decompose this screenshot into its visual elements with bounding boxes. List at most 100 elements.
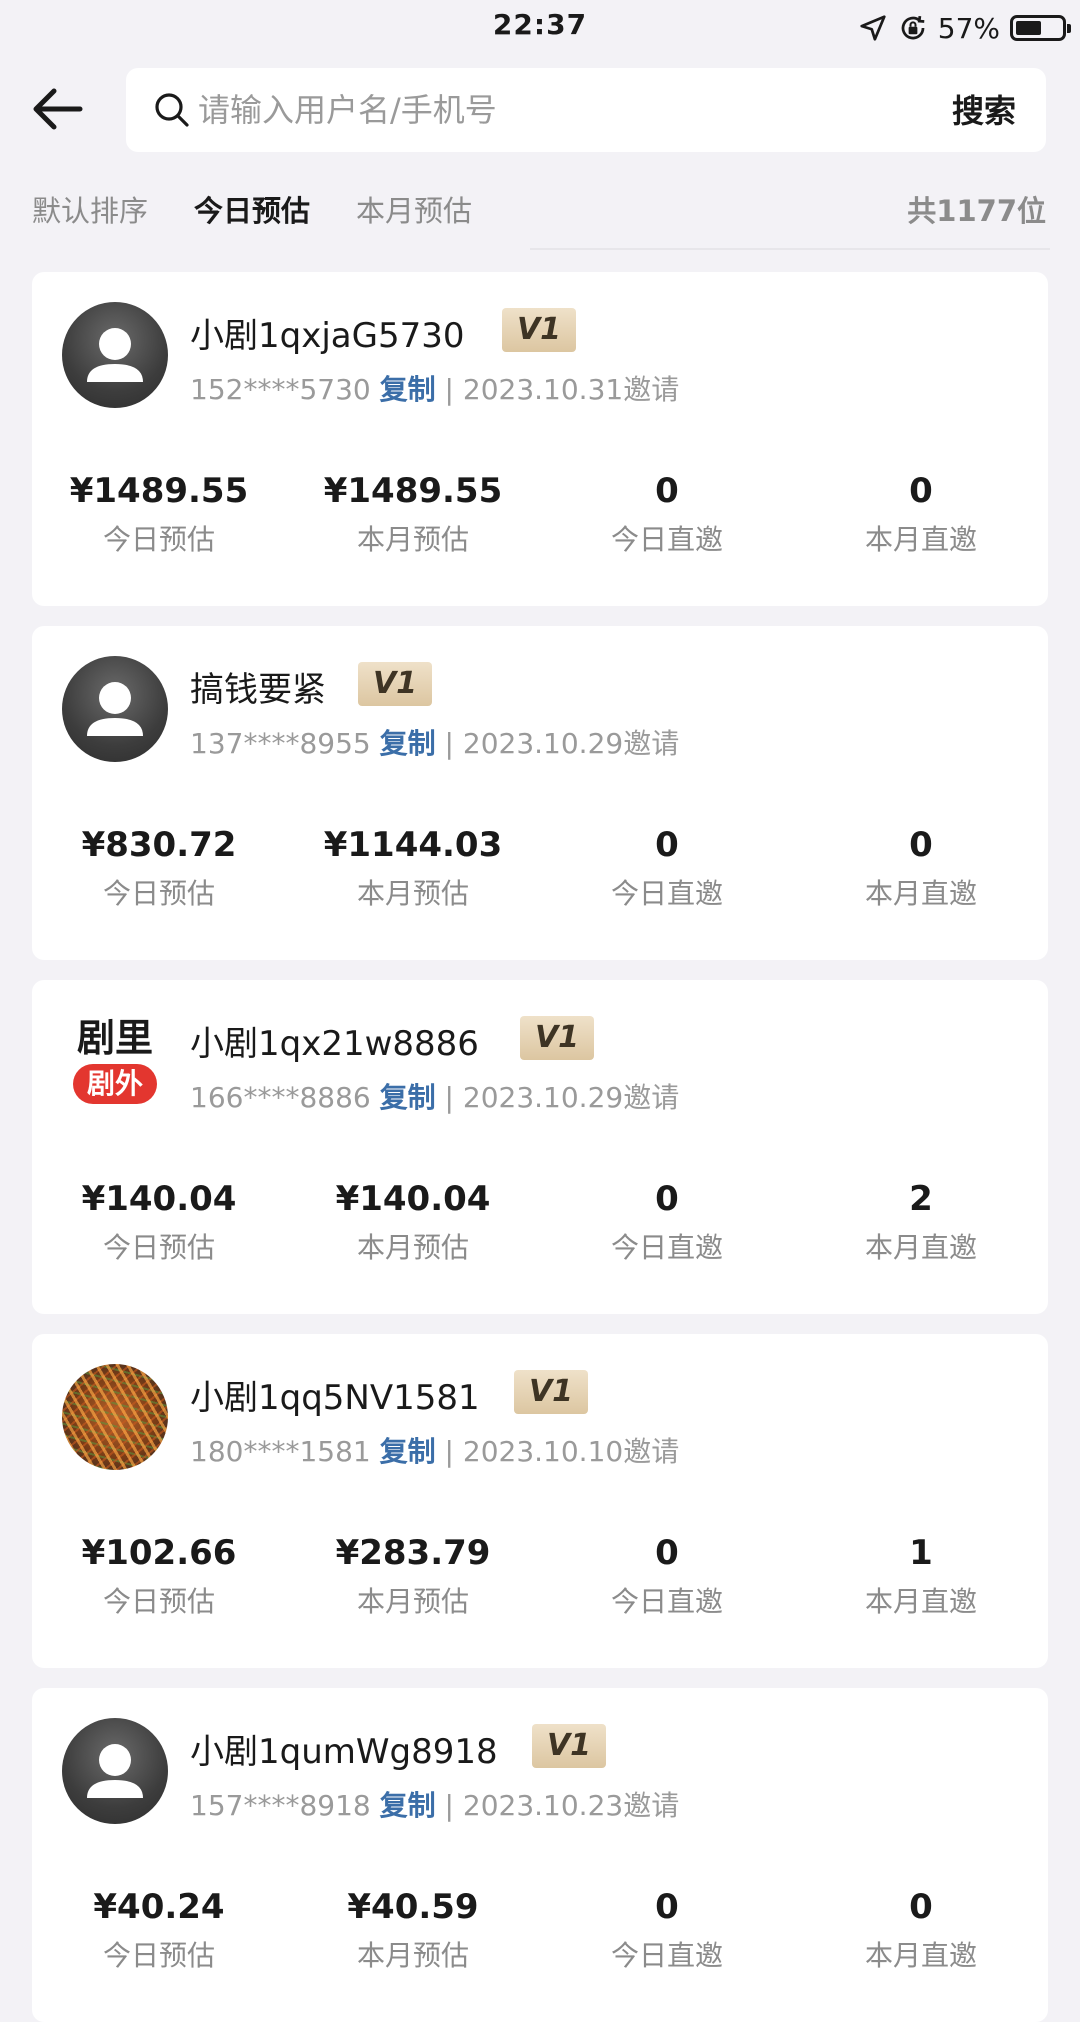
stat-value: 0 [655, 1179, 679, 1219]
divider [530, 248, 1050, 250]
member-card[interactable]: 小剧1qq5NV1581 V1 180****1581 复制 | 2023.10… [32, 1334, 1048, 1668]
stat-value: ¥1489.55 [69, 471, 249, 511]
stat-value: 2 [909, 1179, 933, 1219]
stat-month-estimate: ¥40.59 本月预估 [286, 1884, 540, 1974]
status-bar: 22:37 57% [0, 0, 1080, 60]
stat-label: 本月直邀 [864, 1939, 977, 1972]
stat-value: ¥1144.03 [323, 825, 503, 865]
stat-label: 今日预估 [102, 1231, 215, 1264]
stat-month-invites: 1 本月直邀 [794, 1530, 1048, 1620]
stat-today-invites: 0 今日直邀 [540, 1884, 794, 1974]
copy-button[interactable]: 复制 [380, 1081, 436, 1114]
avatar [62, 656, 168, 762]
stat-today-invites: 0 今日直邀 [540, 822, 794, 912]
stat-label: 本月直邀 [864, 877, 977, 910]
invite-date: 2023.10.23邀请 [462, 1789, 680, 1822]
member-card[interactable]: 小剧1qxjaG5730 V1 152****5730 复制 | 2023.10… [32, 272, 1048, 606]
total-count: 共1177位 [907, 194, 1046, 228]
member-name: 小剧1qx21w8886 [190, 1024, 479, 1064]
meta-separator: | [444, 1081, 454, 1114]
stat-month-estimate: ¥1144.03 本月预估 [286, 822, 540, 912]
stat-value: ¥140.04 [81, 1179, 237, 1219]
invite-date: 2023.10.10邀请 [462, 1435, 680, 1468]
member-meta: 166****8886 复制 | 2023.10.29邀请 [190, 1076, 679, 1116]
member-phone: 152****5730 [190, 373, 371, 406]
member-name: 小剧1qumWg8918 [190, 1732, 498, 1772]
stat-label: 今日预估 [102, 1939, 215, 1972]
stat-value: 0 [909, 825, 933, 865]
stat-today-invites: 0 今日直邀 [540, 1176, 794, 1266]
level-badge: V1 [502, 308, 576, 352]
stat-label: 今日预估 [102, 523, 215, 556]
battery-percent: 57% [937, 11, 1000, 45]
stat-label: 本月预估 [356, 877, 469, 910]
stat-value: 0 [655, 1533, 679, 1573]
level-badge: V1 [514, 1370, 588, 1414]
stat-value: ¥1489.55 [323, 471, 503, 511]
stat-value: 0 [909, 1887, 933, 1927]
stat-label: 今日直邀 [610, 877, 723, 910]
stat-label: 本月直邀 [864, 1585, 977, 1618]
search-icon [155, 93, 189, 127]
arrow-left-icon[interactable] [30, 86, 84, 132]
stat-label: 今日直邀 [610, 1585, 723, 1618]
stat-value: ¥40.59 [347, 1887, 479, 1927]
invite-date: 2023.10.31邀请 [462, 373, 680, 406]
member-meta: 137****8955 复制 | 2023.10.29邀请 [190, 722, 679, 762]
stat-today-estimate: ¥1489.55 今日预估 [32, 468, 286, 558]
copy-button[interactable]: 复制 [380, 1789, 436, 1822]
level-badge: V1 [532, 1724, 606, 1768]
search-input[interactable] [198, 82, 818, 138]
stat-label: 今日直邀 [610, 523, 723, 556]
stat-month-estimate: ¥283.79 本月预估 [286, 1530, 540, 1620]
stat-month-invites: 0 本月直邀 [794, 468, 1048, 558]
member-meta: 152****5730 复制 | 2023.10.31邀请 [190, 368, 679, 408]
stat-today-estimate: ¥40.24 今日预估 [32, 1884, 286, 1974]
logo-bottom-text: 剧外 [72, 1064, 157, 1104]
stat-today-estimate: ¥140.04 今日预估 [32, 1176, 286, 1266]
battery-icon [1010, 15, 1071, 41]
member-name: 小剧1qxjaG5730 [190, 316, 465, 356]
copy-button[interactable]: 复制 [380, 373, 436, 406]
sort-tab-today-estimate[interactable]: 今日预估 [194, 188, 310, 230]
stat-value: ¥140.04 [335, 1179, 491, 1219]
copy-button[interactable]: 复制 [380, 1435, 436, 1468]
stat-label: 本月直邀 [864, 523, 977, 556]
copy-button[interactable]: 复制 [380, 727, 436, 760]
member-card[interactable]: 搞钱要紧 V1 137****8955 复制 | 2023.10.29邀请 ¥8… [32, 626, 1048, 960]
stat-value: 1 [909, 1533, 933, 1573]
location-arrow-icon [860, 15, 886, 41]
stat-value: 0 [655, 1887, 679, 1927]
stat-label: 本月预估 [356, 523, 469, 556]
battery-level [1016, 21, 1042, 35]
invite-date: 2023.10.29邀请 [462, 727, 680, 760]
member-name: 搞钱要紧 [190, 670, 326, 710]
member-phone: 166****8886 [190, 1081, 371, 1114]
food-photo-avatar [62, 1364, 168, 1470]
search-button[interactable]: 搜索 [952, 86, 1016, 132]
stat-value: ¥830.72 [81, 825, 237, 865]
member-card[interactable]: 剧里 剧外 小剧1qx21w8886 V1 166****8886 复制 | 2… [32, 980, 1048, 1314]
stat-today-estimate: ¥102.66 今日预估 [32, 1530, 286, 1620]
level-badge: V1 [358, 662, 432, 706]
sort-tab-default[interactable]: 默认排序 [32, 188, 148, 230]
avatar [62, 302, 168, 408]
status-icons: 57% [858, 10, 1071, 46]
stat-value: 0 [655, 471, 679, 511]
member-card[interactable]: 小剧1qumWg8918 V1 157****8918 复制 | 2023.10… [32, 1688, 1048, 2022]
avatar [62, 1718, 168, 1824]
default-user-icon [87, 682, 143, 736]
app-logo: 剧里 剧外 [62, 1010, 168, 1116]
stat-month-invites: 0 本月直邀 [794, 1884, 1048, 1974]
stat-label: 今日预估 [102, 1585, 215, 1618]
default-user-icon [87, 1744, 143, 1798]
stat-month-invites: 0 本月直邀 [794, 822, 1048, 912]
sort-tab-month-estimate[interactable]: 本月预估 [356, 188, 472, 230]
meta-separator: | [444, 373, 454, 406]
stat-label: 今日直邀 [610, 1939, 723, 1972]
stat-today-invites: 0 今日直邀 [540, 468, 794, 558]
stat-value: ¥102.66 [81, 1533, 237, 1573]
invite-date: 2023.10.29邀请 [462, 1081, 680, 1114]
stat-label: 本月预估 [356, 1231, 469, 1264]
stat-label: 今日预估 [102, 877, 215, 910]
